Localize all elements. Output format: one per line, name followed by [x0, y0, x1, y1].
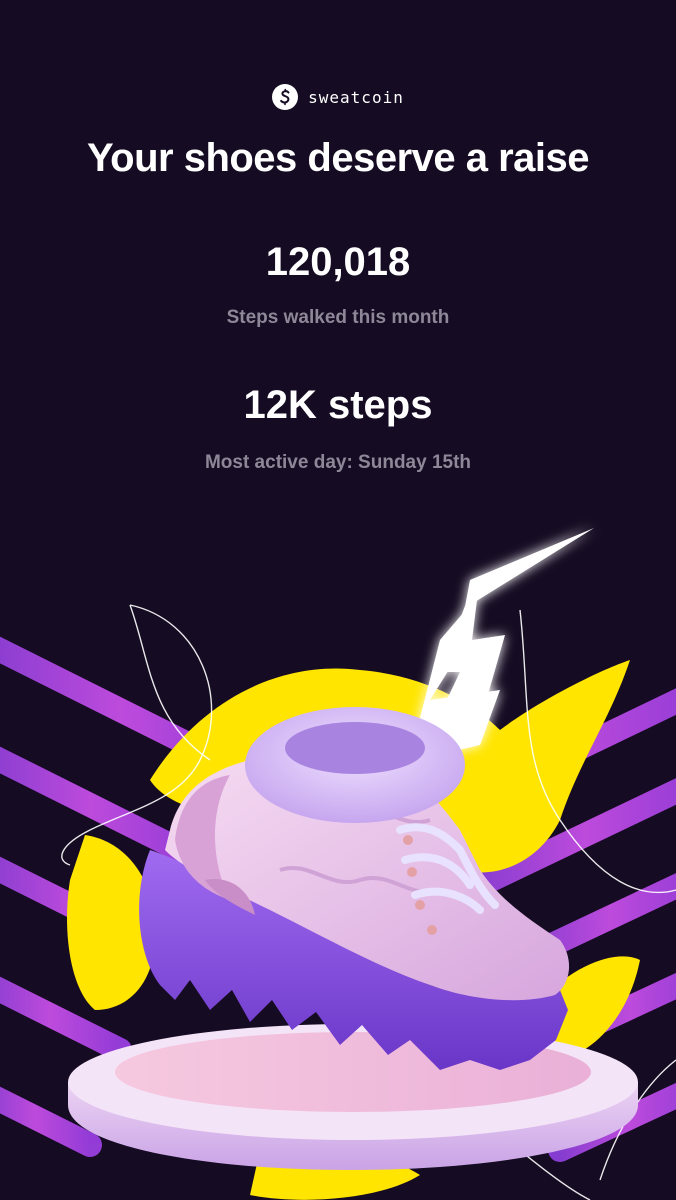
- headline: Your shoes deserve a raise: [86, 136, 590, 180]
- monthly-steps-label: Steps walked this month: [226, 307, 450, 328]
- pedestal: [68, 1024, 638, 1170]
- sneaker-on-pedestal-icon: [0, 528, 676, 1200]
- brand-name: sweatcoin: [308, 87, 404, 107]
- brand-header: sweatcoin: [0, 84, 676, 110]
- sweatcoin-share-card: sweatcoin Your shoes deserve a raise 120…: [0, 0, 676, 1200]
- sweatcoin-logo-icon: [272, 84, 299, 110]
- monthly-steps-value: 120,018: [265, 240, 411, 284]
- most-active-day-value: 12K steps: [243, 383, 433, 427]
- most-active-day-label: Most active day: Sunday 15th: [204, 452, 472, 473]
